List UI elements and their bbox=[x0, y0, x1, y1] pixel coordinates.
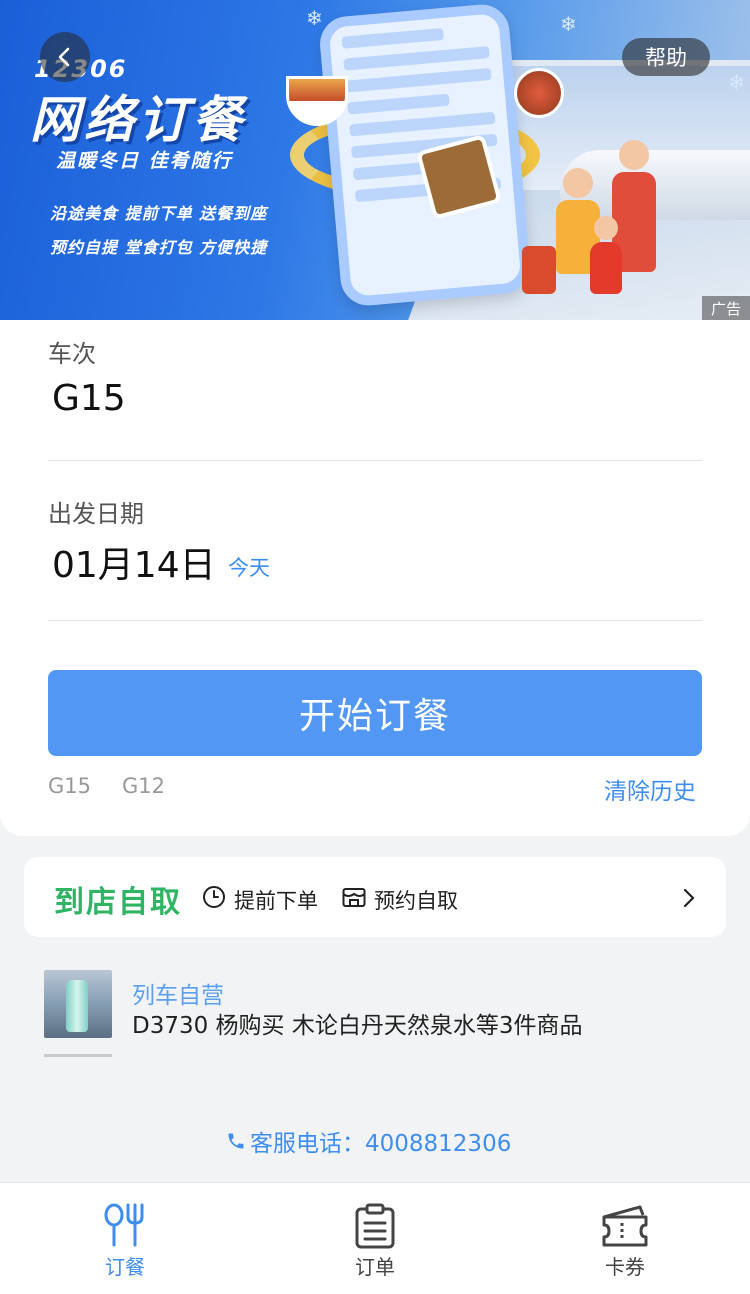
start-order-button[interactable]: 开始订餐 bbox=[48, 670, 702, 756]
chevron-right-icon bbox=[683, 888, 695, 908]
clear-history-link[interactable]: 清除历史 bbox=[604, 772, 696, 806]
suitcase-illustration bbox=[522, 246, 556, 294]
train-number-label: 车次 bbox=[48, 340, 96, 368]
help-button[interactable]: 帮助 bbox=[622, 38, 710, 76]
tab-orders[interactable]: 订单 bbox=[250, 1183, 500, 1294]
banner-line-2: 预约自提 堂食打包 方便快捷 bbox=[50, 238, 268, 257]
today-hint: 今天 bbox=[228, 556, 270, 580]
dish-illustration bbox=[514, 68, 564, 118]
child-illustration bbox=[590, 216, 622, 294]
order-type-label: 列车自营 bbox=[132, 983, 224, 1009]
snowflake-icon: ❄ bbox=[728, 70, 745, 94]
snowflake-icon: ❄ bbox=[306, 6, 323, 30]
chevron-left-icon bbox=[58, 47, 70, 67]
service-phone-text: 客服电话：4008812306 bbox=[250, 1131, 512, 1157]
store-icon bbox=[342, 888, 366, 907]
divider bbox=[48, 620, 702, 621]
clipboard-icon bbox=[355, 1203, 395, 1249]
snowflake-icon: ❄ bbox=[560, 12, 577, 36]
divider bbox=[48, 460, 702, 461]
fork-spoon-icon bbox=[104, 1203, 144, 1247]
order-form: 车次 G15 出发日期 01月14日 今天 开始订餐 G15 G12 清除历史 bbox=[0, 320, 750, 836]
departure-date-picker[interactable]: 01月14日 bbox=[52, 536, 216, 588]
tab-coupons[interactable]: 卡券 bbox=[500, 1183, 750, 1294]
pickup-tag-order-ahead: 提前下单 bbox=[234, 889, 318, 913]
phone-icon bbox=[228, 1133, 244, 1149]
bottom-tab-bar: 订餐 订单 卡券 bbox=[0, 1182, 750, 1294]
history-item[interactable]: G12 bbox=[122, 774, 165, 798]
tab-order-food[interactable]: 订餐 bbox=[0, 1183, 250, 1294]
pickup-title: 到店自取 bbox=[54, 885, 182, 920]
tab-label: 订餐 bbox=[105, 1255, 145, 1279]
store-pickup-card[interactable]: 到店自取 提前下单 预约自取 bbox=[24, 857, 726, 937]
banner-subtitle: 温暖冬日 佳肴随行 bbox=[56, 150, 233, 172]
thumbnail-caption-line bbox=[44, 1054, 112, 1057]
banner-line-1: 沿途美食 提前下单 送餐到座 bbox=[50, 204, 268, 223]
banner-title: 网络订餐 bbox=[30, 91, 246, 149]
ticket-icon bbox=[602, 1205, 648, 1247]
order-description[interactable]: D3730 杨购买 木论白丹天然泉水等3件商品 bbox=[132, 1006, 583, 1040]
pickup-tag-reserve: 预约自取 bbox=[374, 889, 458, 913]
customer-service-phone[interactable]: 客服电话：4008812306 bbox=[226, 1124, 511, 1158]
departure-date-label: 出发日期 bbox=[48, 500, 144, 528]
tab-label: 卡券 bbox=[605, 1255, 645, 1279]
order-thumbnail[interactable] bbox=[44, 970, 112, 1038]
history-item[interactable]: G15 bbox=[48, 774, 91, 798]
train-number-input[interactable]: G15 bbox=[52, 378, 126, 419]
ad-label: 广告 bbox=[702, 296, 750, 320]
back-button[interactable] bbox=[40, 32, 90, 82]
clock-icon bbox=[203, 886, 225, 908]
tab-label: 订单 bbox=[355, 1255, 395, 1279]
